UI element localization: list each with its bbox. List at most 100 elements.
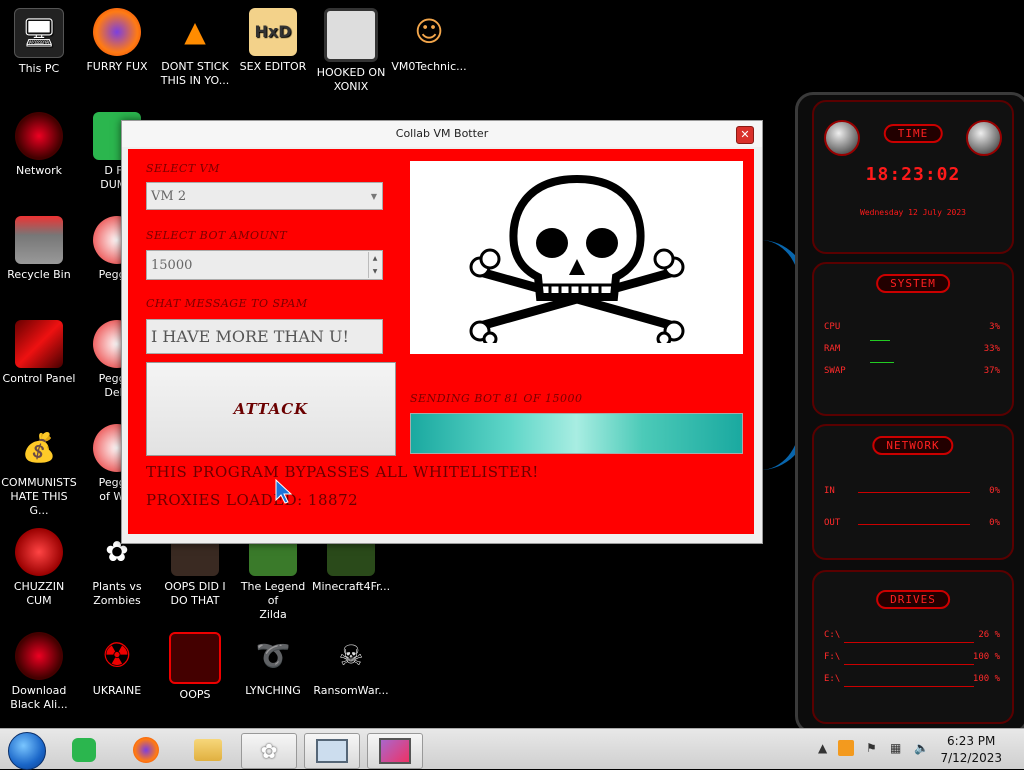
- bot-amount-stepper[interactable]: 15000 ▲ ▼: [146, 250, 383, 280]
- taskbar: ✿ ▲ ⚑ ▦ 🔈 6:23 PM 7/12/2023: [0, 728, 1024, 770]
- mouse-cursor-icon: [275, 478, 293, 504]
- vm-select[interactable]: VM 2 ▼: [146, 182, 383, 210]
- bot-progress-fill: [411, 414, 742, 453]
- desktop-icon-chuzzin[interactable]: CHUZZIN CUM: [0, 528, 78, 608]
- flag-icon[interactable]: ⚑: [866, 741, 877, 755]
- gadget-network-title: NETWORK: [872, 436, 954, 455]
- window-client-area: SELECT VM VM 2 ▼ SELECT BOT AMOUNT 15000…: [128, 149, 754, 534]
- alien-head-icon: [966, 120, 1002, 156]
- bot-amount-value: 15000: [151, 257, 193, 273]
- gadget-network[interactable]: NETWORK IN 0% OUT 0%: [812, 424, 1014, 560]
- flower-icon: ✿: [260, 739, 278, 763]
- attack-button[interactable]: ATTACK: [146, 362, 396, 456]
- gadget-drives[interactable]: DRIVES C:\ 26 % F:\ 100 % E:\ 100 %: [812, 570, 1014, 724]
- notes-icon: [72, 738, 96, 762]
- desktop-icon-download-black-alien[interactable]: Download Black Ali...: [0, 632, 78, 712]
- skull-crossbones-icon: [469, 174, 684, 343]
- swap-row: SWAP 37%: [824, 366, 1000, 376]
- chevron-down-icon: ▼: [370, 192, 377, 201]
- drive-f-row: F:\ 100 %: [824, 652, 1000, 662]
- net-out-row: OUT 0%: [824, 518, 1000, 528]
- hxd-icon: HxD: [249, 8, 297, 56]
- trash-icon: [15, 216, 63, 264]
- chevron-up-icon[interactable]: ▲: [818, 741, 827, 755]
- chat-message-value: I HAVE MORE THAN U!: [151, 327, 349, 346]
- ram-value: 33%: [983, 344, 1000, 354]
- gadget-time[interactable]: TIME 18:23:02 Wednesday 12 July 2023: [812, 100, 1014, 254]
- tray-app-icon[interactable]: [838, 740, 854, 756]
- taskbar-notes[interactable]: [58, 733, 110, 767]
- desktop-icon-sex-editor[interactable]: HxD SEX EDITOR: [234, 8, 312, 74]
- clock-date: 7/12/2023: [940, 751, 1002, 765]
- stepper-buttons[interactable]: ▲ ▼: [368, 252, 381, 278]
- desktop-icon-vm0technic[interactable]: ☺ VM0Technic...: [390, 8, 468, 74]
- taskbar-firefox[interactable]: [120, 733, 172, 767]
- bot-progress-bar: [410, 413, 743, 454]
- drive-f-label: F:\: [824, 652, 841, 662]
- net-in-value: 0%: [989, 486, 1000, 496]
- net-out-value: 0%: [989, 518, 1000, 528]
- desktop-icon-hooked-on-xonix[interactable]: HOOKED ON XONIX: [312, 8, 390, 94]
- desktop-icon-ransomware[interactable]: ☠ RansomWar...: [312, 632, 390, 698]
- volume-icon[interactable]: 🔈: [914, 741, 929, 755]
- cpu-label: CPU: [824, 322, 841, 332]
- desktop-icon-control-panel[interactable]: Control Panel: [0, 320, 78, 386]
- gadget-time-title: TIME: [883, 124, 943, 143]
- drive-e-value: 100 %: [972, 674, 1000, 684]
- swap-label: SWAP: [824, 366, 846, 376]
- ram-row: RAM 33%: [824, 344, 1000, 354]
- desktop-icon-network[interactable]: Network: [0, 112, 78, 178]
- close-button[interactable]: ✕: [736, 126, 754, 144]
- alienware-icon: [15, 632, 63, 680]
- drive-e-label: E:\: [824, 674, 841, 684]
- drive-e-bar: [844, 686, 974, 687]
- desktop-icon-this-pc[interactable]: 🖥 This PC: [0, 8, 78, 76]
- drive-f-bar: [844, 664, 974, 665]
- start-button[interactable]: [8, 732, 46, 770]
- desktop-icon-furry-fux[interactable]: FURRY FUX: [78, 8, 156, 74]
- drive-f-value: 100 %: [972, 652, 1000, 662]
- firefox-icon: [133, 737, 159, 763]
- game-icon: [324, 8, 378, 62]
- desktop-icon-oops[interactable]: OOPS: [156, 632, 234, 702]
- bypass-text: THIS PROGRAM BYPASSES ALL WHITELISTER!: [146, 463, 539, 481]
- taskbar-explorer[interactable]: [182, 733, 234, 767]
- vm-select-value: VM 2: [151, 188, 187, 204]
- firefox-icon: [93, 8, 141, 56]
- bot-amount-label: SELECT BOT AMOUNT: [146, 229, 288, 242]
- network-icon[interactable]: ▦: [890, 741, 901, 755]
- desktop-icon-lynching[interactable]: ➰ LYNCHING: [234, 632, 312, 698]
- taskbar-plants-vs-zombies[interactable]: ✿: [241, 733, 297, 769]
- taskbar-clock[interactable]: 6:23 PM 7/12/2023: [940, 733, 1002, 767]
- desktop-icon-vlc[interactable]: ▲ DONT STICK THIS IN YO...: [156, 8, 234, 88]
- chat-message-input[interactable]: I HAVE MORE THAN U!: [146, 319, 383, 354]
- chat-message-label: CHAT MESSAGE TO SPAM: [146, 297, 308, 310]
- alien-monitor-icon: [169, 632, 221, 684]
- desktop-icon-ukraine[interactable]: ☢ UKRAINE: [78, 632, 156, 698]
- taskbar-collab-vm-botter[interactable]: [367, 733, 423, 769]
- alienware-icon: [15, 112, 63, 160]
- taskbar-task-manager[interactable]: [304, 733, 360, 769]
- radiation-icon: ☢: [101, 636, 133, 676]
- alien-head-icon: [824, 120, 860, 156]
- close-icon: ✕: [740, 128, 750, 141]
- stepper-down-icon[interactable]: ▼: [369, 265, 381, 278]
- net-in-label: IN: [824, 486, 835, 496]
- money-bag-icon: 💰: [21, 431, 57, 464]
- window-title: Collab VM Botter: [395, 127, 489, 140]
- cpu-row: CPU 3%: [824, 322, 1000, 332]
- window-titlebar[interactable]: Collab VM Botter ✕: [122, 121, 762, 147]
- gadget-time-value: 18:23:02: [865, 164, 961, 185]
- drive-c-row: C:\ 26 %: [824, 630, 1000, 640]
- folder-icon: [194, 739, 222, 761]
- drive-e-row: E:\ 100 %: [824, 674, 1000, 684]
- swap-graph-line: [870, 362, 894, 363]
- desktop-icon-communists[interactable]: 💰 COMMUNISTS HATE THIS G...: [0, 424, 78, 518]
- gadget-system[interactable]: SYSTEM CPU 3% RAM 33% SWAP 37%: [812, 262, 1014, 416]
- botter-window[interactable]: Collab VM Botter ✕ SELECT VM VM 2 ▼ SELE…: [121, 120, 763, 544]
- skull-image: [410, 161, 743, 354]
- stepper-up-icon[interactable]: ▲: [369, 252, 381, 265]
- desktop-icon-recycle-bin[interactable]: Recycle Bin: [0, 216, 78, 282]
- ram-graph-line: [870, 340, 890, 341]
- net-in-graph: [858, 492, 970, 493]
